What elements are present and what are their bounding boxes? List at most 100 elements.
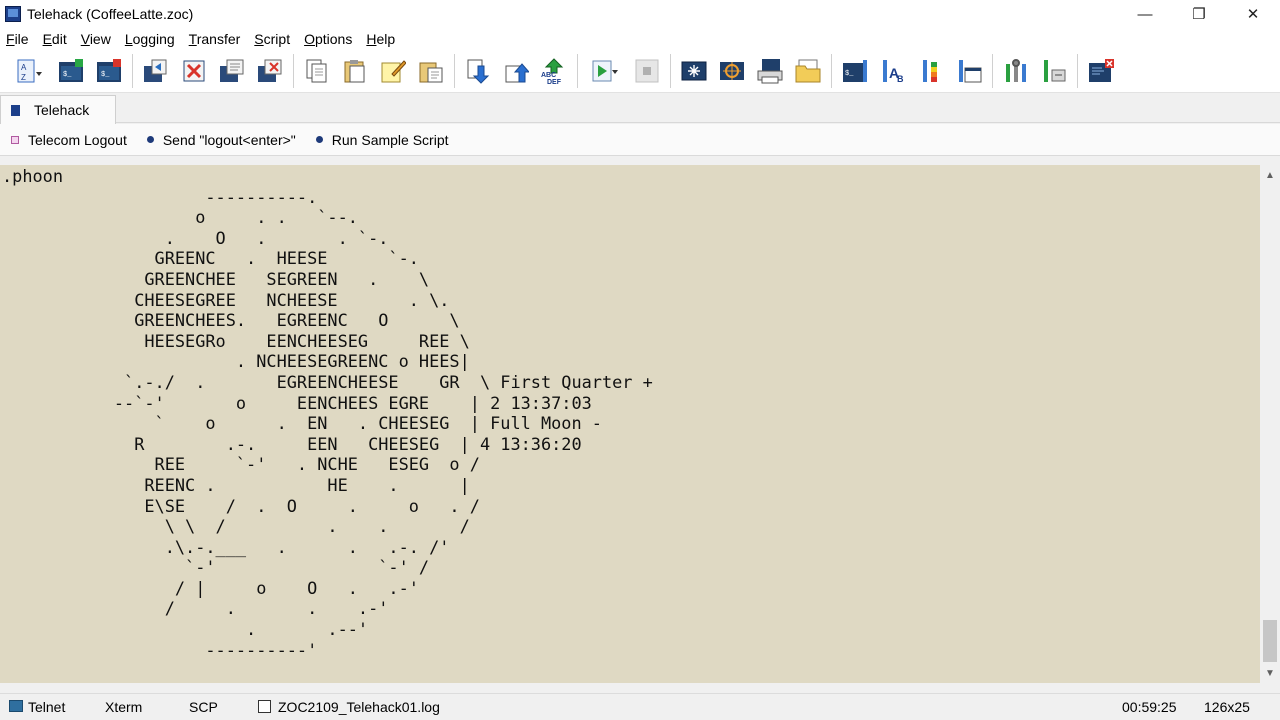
app-icon	[5, 6, 21, 22]
status-emulation[interactable]: Xterm	[105, 699, 142, 715]
button-label: Run Sample Script	[331, 131, 449, 148]
copy-button[interactable]	[301, 55, 333, 87]
title-bar: Telehack (CoffeeLatte.zoc) — ❐ ✕	[0, 0, 1280, 28]
font-icon: AB	[883, 60, 904, 84]
status-protocol[interactable]: Telnet	[28, 699, 65, 715]
menu-file[interactable]: File	[0, 31, 36, 47]
abc-def-icon: ABCDEF	[541, 58, 564, 84]
toolbar-separator	[132, 54, 133, 88]
paste-file-icon	[419, 62, 443, 83]
stop-icon	[635, 59, 659, 83]
toolbar-separator	[992, 54, 993, 88]
send-logout-button[interactable]: Send "logout<enter>"	[146, 131, 296, 148]
settings-icon	[1044, 60, 1066, 82]
run-script-button[interactable]	[585, 55, 625, 87]
toolbar-separator	[1077, 54, 1078, 88]
svg-text:$_: $_	[63, 71, 72, 79]
svg-text:ABC: ABC	[541, 72, 556, 79]
paste-button[interactable]	[339, 55, 371, 87]
window-settings-button[interactable]	[953, 55, 985, 87]
stop-button[interactable]	[631, 55, 663, 87]
terminal-output: .phoon ----------. o . . `--. . O . . `-…	[2, 166, 653, 683]
abc-def-button[interactable]: ABC DEF	[538, 55, 570, 87]
folder-icon	[795, 59, 821, 83]
download-icon	[467, 59, 490, 84]
sort-az-icon: AZ	[17, 59, 42, 83]
menu-options[interactable]: Options	[297, 31, 359, 47]
connect-icon	[144, 59, 167, 82]
target-icon	[720, 62, 744, 80]
connect-button[interactable]	[140, 55, 172, 87]
printer-icon	[757, 59, 783, 84]
session-copy-icon	[220, 59, 244, 82]
window-settings-icon	[959, 60, 982, 83]
restore-button[interactable]: ❐	[1172, 0, 1226, 28]
menu-script[interactable]: Script	[247, 31, 297, 47]
new-session-icon: $_	[59, 59, 83, 82]
svg-text:$_: $_	[845, 70, 854, 78]
svg-text:$_: $_	[101, 71, 110, 79]
svg-text:B: B	[897, 74, 904, 84]
menu-bar: File Edit View Logging Transfer Script O…	[0, 28, 1280, 50]
exit-icon	[1089, 59, 1114, 82]
menu-logging[interactable]: Logging	[118, 31, 182, 47]
close-button[interactable]: ✕	[1226, 0, 1280, 28]
copy-icon	[306, 59, 327, 83]
disconnect-button[interactable]	[178, 55, 210, 87]
run-sample-script-button[interactable]: Run Sample Script	[315, 131, 449, 148]
folder-button[interactable]	[792, 55, 824, 87]
session-copy-button[interactable]	[216, 55, 248, 87]
dot-bullet-icon	[146, 136, 154, 143]
session-close-icon	[258, 59, 282, 82]
status-bar: Telnet Xterm SCP ZOC2109_Telehack01.log …	[0, 693, 1280, 720]
edit-note-button[interactable]	[377, 55, 409, 87]
settings-button[interactable]	[1038, 55, 1070, 87]
session-profile-icon: $_	[843, 60, 867, 82]
status-transfer[interactable]: SCP	[189, 699, 218, 715]
vertical-scrollbar[interactable]: ▲ ▼	[1260, 165, 1280, 683]
telnet-icon	[9, 700, 23, 712]
svg-text:Z: Z	[21, 73, 26, 82]
scroll-down-arrow-icon[interactable]: ▼	[1260, 663, 1280, 683]
button-label: Send "logout<enter>"	[162, 131, 296, 148]
svg-text:A: A	[21, 63, 27, 72]
toolbar-separator	[831, 54, 832, 88]
printer-button[interactable]	[754, 55, 786, 87]
tools-button[interactable]	[1000, 55, 1032, 87]
terminal-emulation-button[interactable]	[678, 55, 710, 87]
sort-az-button[interactable]: AZ	[9, 55, 49, 87]
run-script-icon	[592, 60, 618, 82]
quick-connect-icon: $_	[97, 59, 121, 82]
tab-telehack[interactable]: Telehack	[0, 95, 116, 124]
menu-edit[interactable]: Edit	[36, 31, 74, 47]
menu-transfer[interactable]: Transfer	[182, 31, 248, 47]
status-size: 126x25	[1204, 699, 1250, 715]
toolbar-separator	[577, 54, 578, 88]
paste-file-button[interactable]	[415, 55, 447, 87]
menu-help[interactable]: Help	[359, 31, 402, 47]
exit-button[interactable]	[1085, 55, 1117, 87]
status-logfile[interactable]: ZOC2109_Telehack01.log	[278, 699, 440, 715]
log-checkbox[interactable]	[258, 700, 271, 713]
session-close-button[interactable]	[254, 55, 286, 87]
telecom-logout-button[interactable]: Telecom Logout	[11, 132, 127, 148]
scroll-thumb[interactable]	[1263, 620, 1277, 662]
disconnect-icon	[183, 60, 205, 82]
menu-view[interactable]: View	[74, 31, 118, 47]
target-button[interactable]	[716, 55, 748, 87]
quick-connect-button[interactable]: $_	[93, 55, 125, 87]
download-button[interactable]	[462, 55, 494, 87]
upload-button[interactable]	[500, 55, 532, 87]
new-session-button[interactable]: $_	[55, 55, 87, 87]
color-button[interactable]	[915, 55, 947, 87]
toolbar-separator	[293, 54, 294, 88]
session-profile-button[interactable]: $_	[839, 55, 871, 87]
session-icon	[11, 104, 20, 116]
terminal-screen[interactable]: .phoon ----------. o . . `--. . O . . `-…	[0, 165, 1260, 683]
tab-label: Telehack	[34, 102, 90, 118]
font-button[interactable]: AB	[877, 55, 909, 87]
scroll-up-arrow-icon[interactable]: ▲	[1260, 165, 1280, 185]
dot-bullet-icon	[315, 136, 323, 143]
minimize-button[interactable]: —	[1118, 0, 1172, 28]
tools-icon	[1006, 59, 1026, 82]
